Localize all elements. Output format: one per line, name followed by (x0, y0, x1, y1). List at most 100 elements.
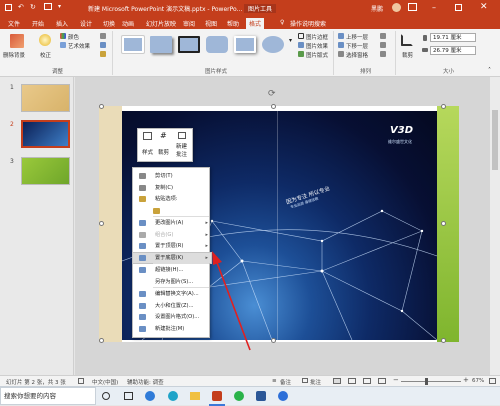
slide-thumbnail-1[interactable] (21, 84, 70, 112)
crop-button[interactable]: 裁剪 (402, 51, 413, 59)
remove-background-button[interactable]: 删除背景 (3, 51, 25, 59)
context-menu-item[interactable]: 粘贴选项: (133, 194, 211, 204)
qat-more-icon[interactable]: ▾ (58, 3, 61, 10)
context-menu-item[interactable]: 剪切(T) (133, 171, 211, 181)
task-view-icon[interactable] (102, 392, 110, 400)
zoom-level[interactable]: 67% (472, 378, 484, 384)
picture-style-4[interactable] (206, 36, 228, 53)
picture-style-3[interactable] (178, 36, 200, 53)
tab-slideshow[interactable]: 幻灯片放映 (146, 19, 176, 28)
selection-pane-button[interactable]: 选择窗格 (346, 51, 368, 59)
compress-icon[interactable] (100, 33, 106, 39)
resize-handle[interactable] (271, 104, 276, 109)
artistic-effects-button[interactable]: 艺术效果 (68, 42, 90, 50)
context-menu-item[interactable]: 置于顶层(R) ▸ (133, 241, 211, 251)
mini-crop-button[interactable]: 裁剪 (158, 148, 169, 156)
edge-icon[interactable] (145, 391, 155, 401)
picture-style-2[interactable] (150, 36, 172, 53)
width-field[interactable]: 26.79 厘米 (430, 46, 476, 55)
tell-me-search[interactable]: 操作说明搜索 (290, 19, 326, 28)
resize-handle[interactable] (99, 221, 104, 226)
slideshow-icon[interactable] (378, 378, 386, 384)
corrections-button[interactable]: 校正 (40, 51, 51, 59)
slide-thumbnail-3[interactable] (21, 157, 70, 185)
paste-options-row[interactable] (133, 206, 211, 216)
redo-icon[interactable]: ↻ (30, 3, 36, 11)
resize-handle[interactable] (441, 338, 446, 343)
picture-layout-button[interactable]: 图片版式 (306, 51, 328, 59)
context-menu-item[interactable]: 设置图片格式(O)... (133, 312, 211, 322)
close-icon[interactable]: ✕ (480, 2, 488, 12)
context-menu-item[interactable]: 组合(G) ▸ (133, 230, 211, 240)
tab-help[interactable]: 帮助 (227, 19, 239, 28)
mini-new-comment-button[interactable]: 新建 (176, 142, 187, 150)
bring-forward-button[interactable]: 上移一层 (346, 33, 368, 41)
baidu-icon[interactable] (278, 391, 288, 401)
tab-insert[interactable]: 插入 (56, 19, 68, 28)
file-explorer-icon[interactable] (190, 392, 200, 400)
context-menu-item[interactable]: 大小和位置(Z)... (133, 301, 211, 311)
zoom-out-icon[interactable]: − (393, 376, 399, 384)
picture-style-1[interactable] (121, 35, 145, 54)
save-icon[interactable] (5, 4, 12, 11)
start-from-beginning-icon[interactable] (44, 3, 52, 10)
picture-style-6[interactable] (262, 36, 284, 53)
tab-review[interactable]: 审阅 (183, 19, 195, 28)
taskbar-search-field[interactable]: 搜索你想要的内容 (0, 387, 96, 405)
minimize-icon[interactable]: – (432, 3, 436, 12)
zoom-slider-thumb[interactable] (425, 378, 428, 385)
cortana-icon[interactable] (124, 392, 133, 400)
send-backward-button[interactable]: 下移一层 (346, 42, 368, 50)
undo-icon[interactable]: ↶ (18, 3, 24, 11)
tab-home[interactable]: 开始 (32, 19, 44, 28)
slide-thumbnail-2[interactable] (21, 120, 70, 148)
resize-handle[interactable] (99, 338, 104, 343)
align-icon[interactable] (380, 33, 386, 39)
context-menu-item[interactable]: 编辑替换文字(A)... (133, 289, 211, 299)
accessibility-status[interactable]: 辅助功能: 调查 (127, 378, 164, 386)
avatar[interactable] (392, 3, 401, 12)
resize-handle[interactable] (441, 221, 446, 226)
resize-handle[interactable] (99, 104, 104, 109)
rotate-handle-icon[interactable]: ⟳ (268, 89, 276, 99)
context-menu-item[interactable]: 另存为图片(S)... (133, 277, 211, 287)
reading-view-icon[interactable] (363, 378, 371, 384)
height-field[interactable]: 19.71 厘米 (430, 33, 476, 42)
word-icon[interactable] (256, 391, 266, 401)
normal-view-icon[interactable] (333, 378, 341, 384)
context-menu-item[interactable]: 超链接(H)... (133, 265, 211, 275)
tab-design[interactable]: 设计 (80, 19, 92, 28)
reset-picture-icon[interactable] (100, 51, 106, 57)
language-indicator[interactable]: 中文(中国) (92, 378, 118, 386)
tab-transitions[interactable]: 切换 (103, 19, 115, 28)
tab-format[interactable]: 格式 (246, 18, 265, 29)
gallery-more-icon[interactable]: ▾ (289, 37, 292, 44)
rotate-icon[interactable] (380, 51, 386, 57)
picture-style-5[interactable] (234, 36, 256, 53)
collapse-ribbon-icon[interactable]: ˄ (488, 67, 491, 74)
tab-file[interactable]: 文件 (8, 19, 20, 28)
color-button[interactable]: 颜色 (68, 33, 79, 41)
wechat-icon[interactable] (234, 391, 244, 401)
resize-handle[interactable] (271, 338, 276, 343)
zoom-in-icon[interactable]: + (463, 376, 469, 384)
context-menu-item[interactable]: 更改图片(A) ▸ (133, 218, 211, 228)
zoom-slider[interactable] (401, 381, 461, 382)
comments-button[interactable]: 批注 (310, 378, 321, 386)
tab-animations[interactable]: 动画 (122, 19, 134, 28)
spellcheck-icon[interactable] (78, 378, 84, 384)
powerpoint-icon[interactable] (212, 391, 222, 401)
change-picture-ribbon-icon[interactable] (100, 42, 106, 48)
mini-style-button[interactable]: 样式 (142, 148, 153, 156)
picture-effects-button[interactable]: 图片效果 (306, 42, 328, 50)
edge-browser-icon[interactable] (168, 391, 178, 401)
user-name[interactable]: 黑鹏 (371, 4, 383, 13)
context-menu-item[interactable]: 复制(C) (133, 183, 211, 193)
ribbon-display-icon[interactable] (408, 3, 417, 11)
resize-handle[interactable] (441, 104, 446, 109)
group-objects-icon[interactable] (380, 42, 386, 48)
context-menu-item[interactable]: 置于底层(K) ▸ (132, 251, 212, 264)
notes-button[interactable]: 备注 (280, 378, 291, 386)
scroll-thumb[interactable] (492, 110, 498, 170)
slide-sorter-icon[interactable] (348, 378, 356, 384)
